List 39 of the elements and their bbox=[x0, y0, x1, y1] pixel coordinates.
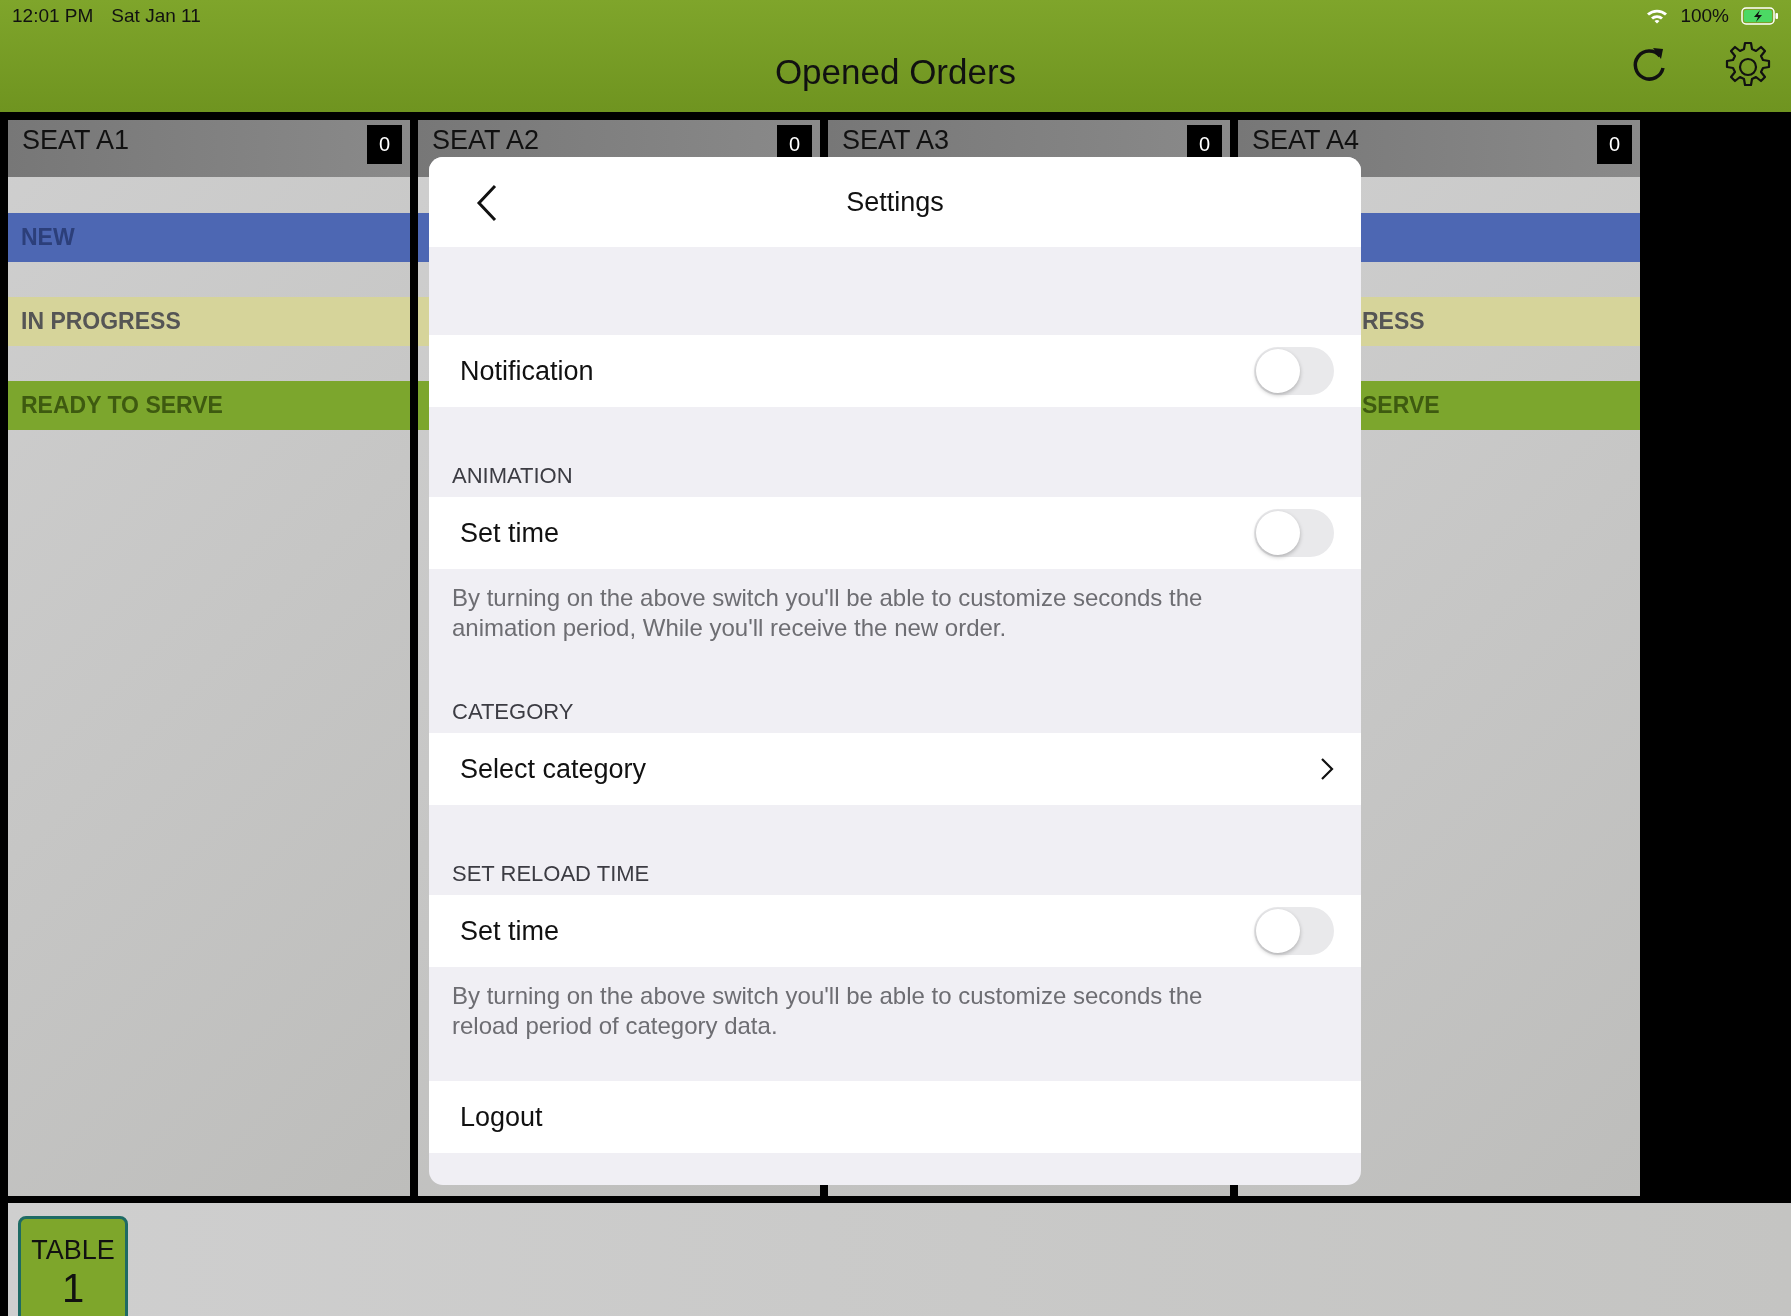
back-icon[interactable] bbox=[476, 184, 498, 222]
toggle-switch[interactable] bbox=[1254, 347, 1334, 395]
seat-title: SEAT A3 bbox=[842, 125, 950, 155]
order-count: 0 bbox=[1596, 125, 1632, 164]
section-header: ANIMATION bbox=[451, 462, 574, 490]
row-label: Select category bbox=[460, 753, 647, 785]
refresh-icon[interactable] bbox=[1631, 46, 1667, 84]
dialog-title: Settings bbox=[846, 186, 944, 218]
row-label: Notification bbox=[460, 355, 594, 387]
lane-label: IN PROGRESS bbox=[20, 308, 181, 335]
table-label: TABLE bbox=[31, 1235, 115, 1266]
seat-title: SEAT A1 bbox=[22, 125, 130, 155]
order-count: 0 bbox=[366, 125, 402, 164]
row-label: Logout bbox=[460, 1101, 543, 1133]
lane-label: SERVE bbox=[1361, 392, 1440, 419]
row-label: Set time bbox=[460, 915, 560, 947]
status-time: 12:01 PM bbox=[12, 5, 94, 27]
status-date: Sat Jan 11 bbox=[111, 5, 201, 27]
section-footer: By turning on the above switch you'll be able to customize seconds the reload period of category data. bbox=[429, 967, 1295, 1041]
lane-label: RESS bbox=[1361, 308, 1425, 335]
settings-row[interactable]: Select category bbox=[429, 733, 1361, 805]
toggle-switch[interactable] bbox=[1254, 509, 1334, 557]
lane-label: NEW bbox=[20, 224, 75, 251]
chevron-icon bbox=[1320, 757, 1334, 781]
table-number: 1 bbox=[61, 1266, 85, 1311]
row-label: Set time bbox=[460, 517, 560, 549]
seat-title: SEAT A4 bbox=[1252, 125, 1360, 155]
lane-label: READY TO SERVE bbox=[20, 392, 223, 419]
section-header: CATEGORY bbox=[451, 698, 575, 726]
wifi-icon bbox=[1646, 8, 1669, 24]
seat-title: SEAT A2 bbox=[432, 125, 540, 155]
settings-row[interactable]: Logout bbox=[429, 1081, 1361, 1153]
battery-percent: 100% bbox=[1680, 5, 1729, 27]
page-title: Opened Orders bbox=[774, 52, 1017, 92]
battery-icon bbox=[1741, 7, 1779, 25]
toggle-switch[interactable] bbox=[1254, 907, 1334, 955]
section-footer: By turning on the above switch you'll be able to customize seconds the animation period, While you'll receive the new order. bbox=[429, 569, 1295, 643]
section-header: SET RELOAD TIME bbox=[451, 860, 651, 888]
table-tile[interactable]: TABLE 1 bbox=[18, 1216, 128, 1316]
